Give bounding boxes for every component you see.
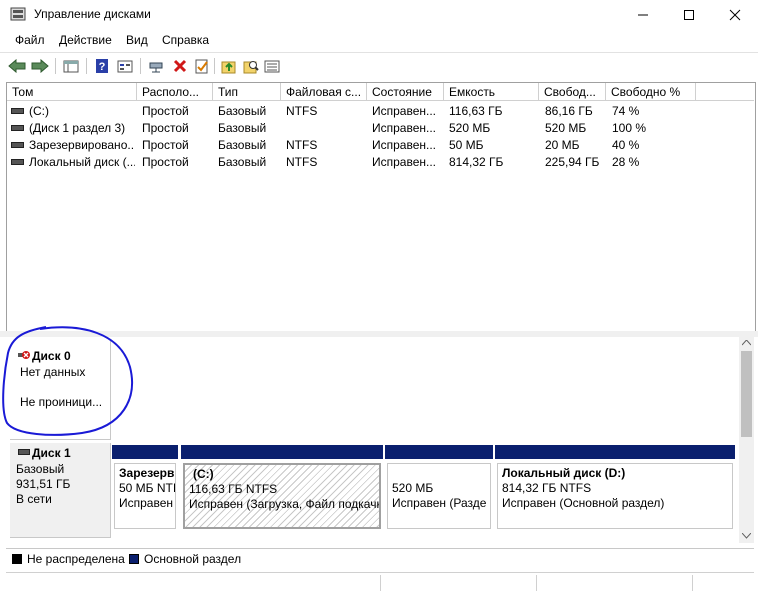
connect-button[interactable] <box>147 57 165 75</box>
disk-1-state: В сети <box>16 492 52 506</box>
minimize-button[interactable] <box>620 0 666 29</box>
menu-action[interactable]: Действие <box>59 33 112 47</box>
back-arrow-icon <box>8 59 26 73</box>
column-header-type[interactable]: Тип <box>213 83 281 101</box>
scroll-down-icon[interactable] <box>742 533 751 539</box>
menu-file[interactable]: Файл <box>15 33 45 47</box>
menu-bar: Файл Действие Вид Справка <box>0 30 758 50</box>
column-header-free-percent[interactable]: Свободно % <box>606 83 696 101</box>
console-tree-button[interactable] <box>62 57 80 75</box>
maximize-button[interactable] <box>666 0 712 29</box>
window-title: Управление дисками <box>34 7 151 21</box>
legend-primary: Основной раздел <box>144 552 242 566</box>
view-button[interactable] <box>116 57 134 75</box>
title-bar: Управление дисками <box>0 0 758 29</box>
help-button[interactable]: ? <box>93 57 111 75</box>
volume-list: Том Располо... Тип Файловая с... Состоян… <box>6 82 756 332</box>
disk-management-app-icon <box>10 7 26 21</box>
column-header-status[interactable]: Состояние <box>367 83 444 101</box>
legend: Не распределена Основной раздел <box>6 548 754 569</box>
column-header-layout[interactable]: Располо... <box>137 83 213 101</box>
column-header-free[interactable]: Свобод... <box>539 83 606 101</box>
partition-c[interactable]: (C:) 116,63 ГБ NTFS Исправен (Загрузка, … <box>181 445 383 531</box>
disk-1-name: Диск 1 <box>32 446 71 460</box>
view-list-icon <box>264 60 280 73</box>
delete-icon <box>173 59 187 73</box>
forward-button[interactable] <box>31 57 49 75</box>
disk-1-label[interactable]: Диск 1 Базовый 931,51 ГБ В сети <box>10 443 111 538</box>
maximize-icon <box>684 9 694 20</box>
table-row[interactable]: (C:) Простой Базовый NTFS Исправен... 11… <box>7 103 754 120</box>
disk-1-type: Базовый <box>16 462 65 476</box>
view-list-button[interactable] <box>263 57 281 75</box>
close-button[interactable] <box>712 0 758 29</box>
primary-partition-swatch <box>129 554 139 564</box>
connect-icon <box>149 62 163 73</box>
toolbar: ? <box>0 52 758 79</box>
svg-text:?: ? <box>99 61 106 73</box>
menu-help[interactable]: Справка <box>162 33 209 47</box>
table-row[interactable]: (Диск 1 раздел 3) Простой Базовый Исправ… <box>7 120 754 137</box>
view-icon <box>117 60 133 73</box>
volume-icon <box>11 142 24 148</box>
scroll-up-icon[interactable] <box>742 340 751 346</box>
back-button[interactable] <box>8 57 26 75</box>
search-icon <box>243 61 259 74</box>
partition-d[interactable]: Локальный диск (D:) 814,32 ГБ NTFS Испра… <box>495 445 735 531</box>
up-folder-icon <box>221 61 236 74</box>
partition-reserved[interactable]: Зарезерв 50 МБ NTI Исправен <box>112 445 178 531</box>
scroll-thumb[interactable] <box>741 351 752 437</box>
help-icon: ? <box>96 59 108 73</box>
column-header-filesystem[interactable]: Файловая с... <box>281 83 367 101</box>
properties-button[interactable] <box>193 57 211 75</box>
unallocated-swatch <box>12 554 22 564</box>
close-icon <box>729 9 741 20</box>
table-row[interactable]: Зарезервировано... Простой Базовый NTFS … <box>7 137 754 154</box>
minimize-icon <box>638 14 648 15</box>
volume-icon <box>11 108 24 114</box>
volume-icon <box>11 125 24 131</box>
disk-icon <box>18 449 30 455</box>
forward-arrow-icon <box>31 59 49 73</box>
console-tree-icon <box>63 60 79 73</box>
up-folder-button[interactable] <box>220 57 238 75</box>
properties-icon <box>195 59 208 74</box>
menu-view[interactable]: Вид <box>126 33 148 47</box>
disk-pane-scrollbar[interactable] <box>739 337 754 543</box>
column-header-volume[interactable]: Том <box>7 83 137 101</box>
partition-recovery[interactable]: 520 МБ Исправен (Разде <box>385 445 493 531</box>
volume-icon <box>11 159 24 165</box>
legend-unallocated: Не распределена <box>27 552 125 566</box>
search-button[interactable] <box>242 57 260 75</box>
annotation-circle <box>2 326 133 436</box>
table-row[interactable]: Локальный диск (... Простой Базовый NTFS… <box>7 154 754 171</box>
column-header-capacity[interactable]: Емкость <box>444 83 539 101</box>
disk-1-size: 931,51 ГБ <box>16 477 71 491</box>
status-bar <box>6 572 754 593</box>
delete-button[interactable] <box>171 57 189 75</box>
